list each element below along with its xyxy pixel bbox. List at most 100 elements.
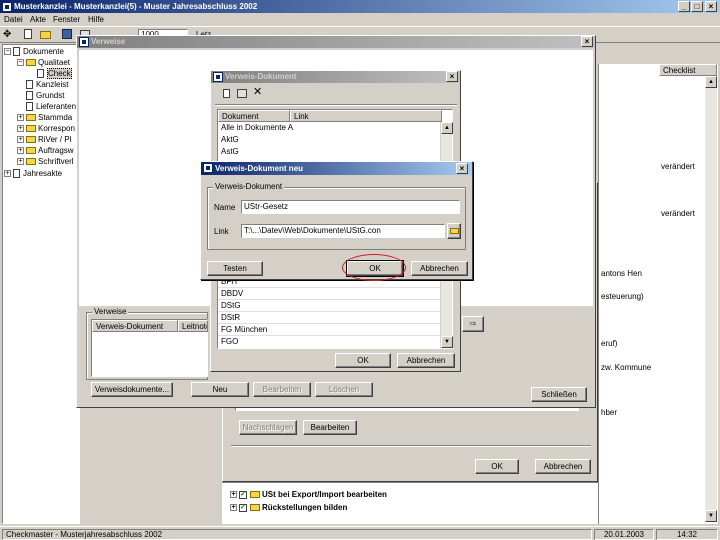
collapse-icon[interactable]: −: [17, 59, 24, 67]
menu-hilfe[interactable]: Hilfe: [88, 14, 104, 25]
doc-ok-button[interactable]: OK: [335, 353, 391, 368]
tree-item-label: Grundst: [36, 91, 65, 100]
name-field[interactable]: UStr-Gesetz: [241, 200, 460, 214]
browse-button[interactable]: [447, 223, 461, 239]
status-date: 20.01.2003: [594, 529, 654, 540]
doc-title-bar[interactable]: Verweis-Dokument ×: [211, 71, 460, 83]
tree-root-jahresakte[interactable]: + Jahresakte: [4, 168, 62, 179]
checkbox-checked-icon[interactable]: ✓: [239, 503, 247, 512]
edit-document-icon[interactable]: [237, 89, 247, 98]
new-icon[interactable]: [24, 29, 32, 39]
list-item[interactable]: + ✓ Rückstellungen bilden: [230, 502, 347, 513]
tree-item-auftragsw[interactable]: + Auftragsw: [17, 145, 74, 156]
status-text: verändert: [661, 162, 695, 171]
tree-item-grundst[interactable]: +Grundst: [17, 90, 64, 101]
tree-item-kanzleist[interactable]: +Kanzleist: [17, 79, 68, 90]
list-item[interactable]: + ✓ USt bei Export/Import bearbeiten: [230, 489, 387, 500]
expand-icon[interactable]: +: [17, 136, 24, 144]
expand-icon[interactable]: +: [17, 114, 24, 122]
list-item[interactable]: Alle in Dokumente A: [218, 122, 442, 134]
maximize-button[interactable]: □: [691, 1, 703, 12]
new-dialog-title-bar[interactable]: Verweis-Dokument neu ×: [201, 162, 472, 175]
scroll-down-button[interactable]: ▼: [441, 336, 453, 348]
scroll-up-button[interactable]: ▲: [705, 76, 717, 88]
nachschlagen-button[interactable]: Nachschlagen: [239, 420, 297, 435]
delete-icon[interactable]: ✕: [253, 86, 262, 98]
status-date-text: 20.01.2003: [603, 530, 645, 539]
scroll-down-button[interactable]: ▼: [705, 510, 717, 522]
list-item[interactable]: FG München: [218, 324, 442, 336]
name-field-value: UStr-Gesetz: [244, 202, 289, 211]
back-abbrechen-button[interactable]: Abbrechen: [535, 459, 591, 474]
menu-akte[interactable]: Akte: [30, 14, 46, 25]
link-field-value: T:\...\Datev\Web\Dokumente\UStG.con: [244, 226, 381, 235]
minimize-button[interactable]: _: [678, 1, 690, 12]
expand-icon[interactable]: +: [230, 491, 237, 499]
list-item[interactable]: AktG: [218, 134, 442, 146]
verweise-close-button[interactable]: ×: [581, 36, 593, 47]
app-title: Musterkanzlei - Musterkanzlei(5) - Muste…: [14, 2, 258, 11]
tree-item-qualitaet[interactable]: − Qualitaet: [17, 57, 70, 68]
save-icon[interactable]: [62, 29, 72, 39]
tree-item-river[interactable]: + RiVer / Pl: [17, 134, 71, 145]
status-left: Checkmaster - Musterjahresabschluss 2002: [2, 529, 592, 540]
tree-item-stammda[interactable]: + Stammda: [17, 112, 72, 123]
name-label: Name: [214, 203, 236, 212]
checkbox-checked-icon[interactable]: ✓: [239, 490, 247, 499]
row-text: hber: [601, 408, 618, 417]
navigate-icon[interactable]: ✥: [3, 29, 11, 40]
new-abbrechen-button[interactable]: Abbrechen: [411, 261, 468, 276]
verweisdokumente-button[interactable]: Verweisdokumente...: [91, 382, 173, 397]
menu-datei[interactable]: Datei: [4, 14, 23, 25]
tree-item-schriftverl[interactable]: + Schriftverl: [17, 156, 74, 167]
tree-item-korrespon[interactable]: + Korrespon: [17, 123, 75, 134]
expand-icon[interactable]: +: [4, 170, 11, 178]
new-ok-button[interactable]: OK: [346, 260, 404, 277]
tree-root-documents[interactable]: − Dokumente: [4, 46, 64, 57]
tree-item-check[interactable]: Check: [37, 68, 72, 79]
tree-pane[interactable]: −Dokumente −Qualitaet Check +Kanzleist +…: [2, 44, 80, 524]
loeschen-button[interactable]: Löschen: [315, 382, 373, 397]
list-item[interactable]: DStG: [218, 300, 442, 312]
tree-item-label: Check: [47, 68, 72, 79]
row-text: zw. Kommune: [601, 363, 652, 372]
tree-item-lieferanten[interactable]: +Lieferanten: [17, 101, 76, 112]
doc-close-button[interactable]: ×: [446, 71, 458, 82]
verweise-bearbeiten-button[interactable]: Bearbeiten: [253, 382, 311, 397]
testen-button[interactable]: Testen: [207, 261, 263, 276]
new-dialog-close-button[interactable]: ×: [456, 163, 468, 174]
col-link[interactable]: Link: [290, 110, 442, 122]
list-item[interactable]: DBDV: [218, 288, 442, 300]
col-leitnote[interactable]: Leitnote: [178, 320, 208, 332]
expand-icon[interactable]: +: [230, 504, 237, 512]
list-item[interactable]: FGO: [218, 336, 442, 348]
menu-fenster[interactable]: Fenster: [53, 14, 80, 25]
column-label: Verweis-Dokument: [96, 322, 164, 331]
right-scrollbar[interactable]: ▲ ▼: [705, 76, 717, 522]
close-button[interactable]: ×: [705, 1, 717, 12]
link-field[interactable]: T:\...\Datev\Web\Dokumente\UStG.con: [241, 224, 445, 238]
verweise-title-bar[interactable]: Verweise ×: [77, 36, 595, 48]
collapse-icon[interactable]: −: [4, 48, 11, 56]
open-icon[interactable]: [40, 31, 51, 39]
checklist-column-header[interactable]: Checklist: [659, 64, 717, 76]
verweise-list[interactable]: Verweis-Dokument Leitnote: [91, 319, 208, 377]
app-title-bar[interactable]: Musterkanzlei - Musterkanzlei(5) - Muste…: [0, 0, 720, 13]
back-ok-button[interactable]: OK: [475, 459, 519, 474]
neu-button[interactable]: Neu: [191, 382, 249, 397]
status-bar: Checkmaster - Musterjahresabschluss 2002…: [0, 526, 720, 540]
list-item[interactable]: AstG: [218, 146, 442, 158]
assign-arrow-button[interactable]: ⇨: [462, 316, 484, 332]
new-document-icon[interactable]: [223, 89, 230, 98]
col-verweis-dokument[interactable]: Verweis-Dokument: [92, 320, 178, 332]
col-dokument[interactable]: Dokument: [218, 110, 290, 122]
scroll-up-button[interactable]: ▲: [441, 122, 453, 134]
expand-icon[interactable]: +: [17, 147, 24, 155]
list-item[interactable]: DStR: [218, 312, 442, 324]
doc-abbrechen-button[interactable]: Abbrechen: [397, 353, 455, 368]
tree-item-label: Stammda: [38, 113, 73, 122]
expand-icon[interactable]: +: [17, 125, 24, 133]
bearbeiten-button[interactable]: Bearbeiten: [303, 420, 357, 435]
schliessen-button[interactable]: Schließen: [531, 387, 587, 402]
expand-icon[interactable]: +: [17, 158, 24, 166]
